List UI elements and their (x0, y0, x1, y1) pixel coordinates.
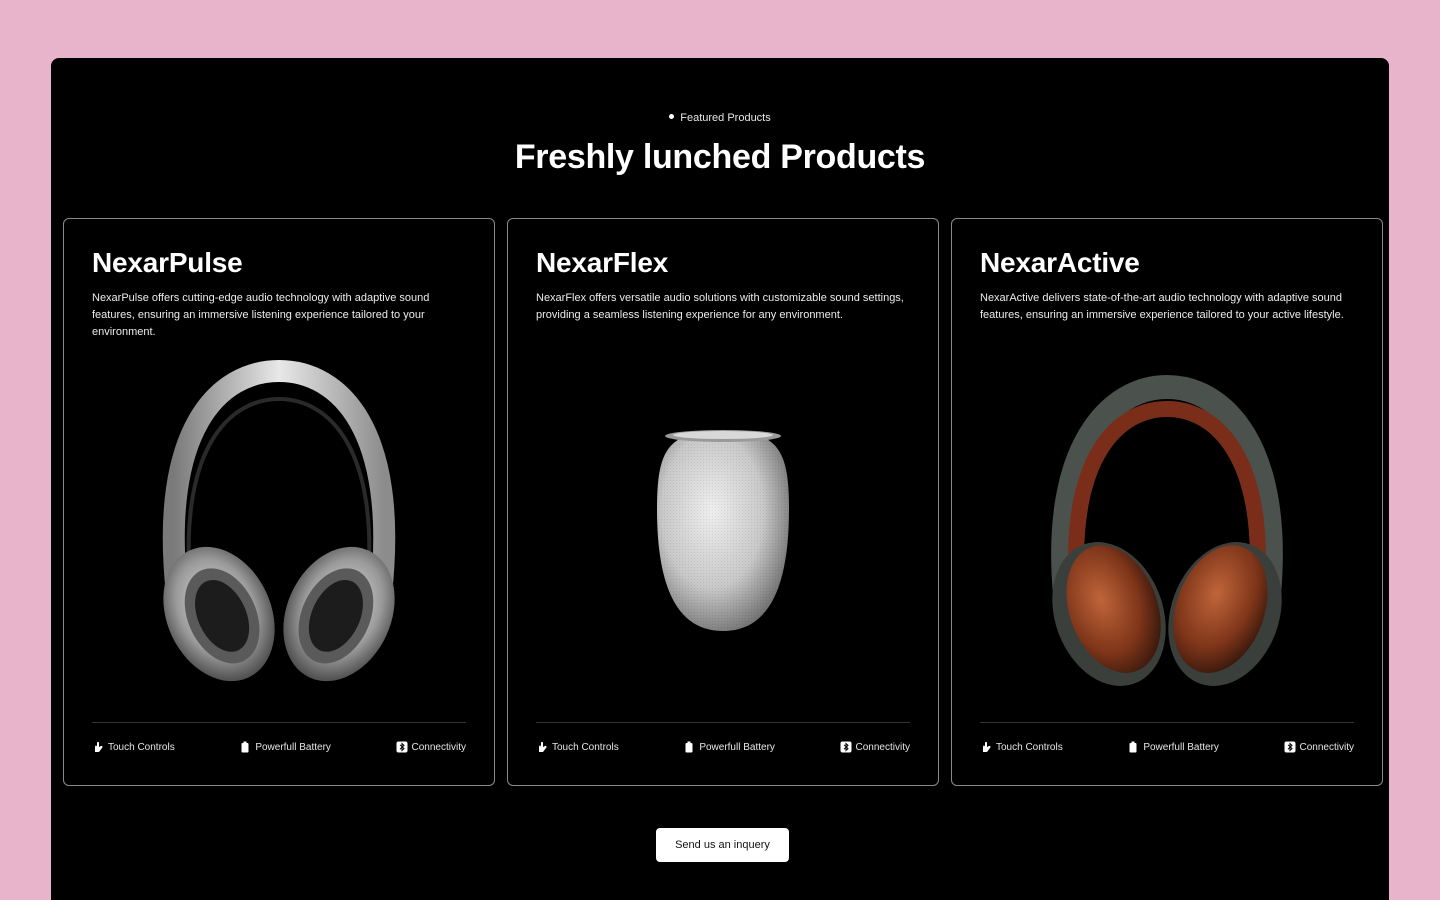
product-description: NexarFlex offers versatile audio solutio… (536, 292, 904, 321)
product-card-nexarpulse[interactable]: NexarPulse NexarPulse offers cutting-edg… (63, 218, 495, 786)
bullet-dot-icon (669, 114, 675, 119)
eyebrow-label: Featured Products (680, 112, 771, 124)
feature-touch-controls: Touch Controls (980, 741, 1063, 753)
product-image-brown-headphones (952, 359, 1382, 699)
feature-list: Touch Controls Powerfull Battery Connect… (980, 741, 1354, 753)
product-description: NexarPulse offers cutting-edge audio tec… (92, 292, 430, 338)
feature-battery: Powerfull Battery (1127, 741, 1219, 753)
product-image-silver-headphones (64, 359, 494, 699)
product-name: NexarActive (980, 247, 1140, 278)
bluetooth-icon (840, 741, 852, 753)
bluetooth-icon (396, 741, 408, 753)
feature-connectivity: Connectivity (1284, 741, 1354, 753)
feature-connectivity: Connectivity (396, 741, 466, 753)
product-section: Featured Products Freshly lunched Produc… (51, 58, 1389, 900)
product-name: NexarFlex (536, 247, 669, 278)
send-inquiry-button[interactable]: Send us an inquery (656, 828, 789, 862)
product-image-white-speaker (508, 359, 938, 699)
product-description: NexarActive delivers state-of-the-art au… (980, 292, 1344, 321)
battery-icon (685, 741, 693, 753)
product-name: NexarPulse (92, 247, 243, 278)
feature-touch-controls: Touch Controls (536, 741, 619, 753)
feature-list: Touch Controls Powerfull Battery Connect… (92, 741, 466, 753)
touch-icon (983, 741, 991, 752)
product-cards: NexarPulse NexarPulse offers cutting-edg… (63, 218, 1383, 786)
bluetooth-icon (1284, 741, 1296, 753)
card-divider (536, 722, 910, 723)
section-title: Freshly lunched Products (514, 138, 926, 176)
feature-battery: Powerfull Battery (683, 741, 775, 753)
feature-touch-controls: Touch Controls (92, 741, 175, 753)
product-card-nexaractive[interactable]: NexarActive NexarActive delivers state-o… (951, 218, 1383, 786)
card-divider (92, 722, 466, 723)
feature-list: Touch Controls Powerfull Battery Connect… (536, 741, 910, 753)
battery-icon (1129, 741, 1137, 753)
battery-icon (241, 741, 249, 753)
touch-icon (95, 741, 103, 752)
product-card-nexarflex[interactable]: NexarFlex NexarFlex offers versatile aud… (507, 218, 939, 786)
touch-icon (539, 741, 547, 752)
card-divider (980, 722, 1354, 723)
feature-battery: Powerfull Battery (239, 741, 331, 753)
feature-connectivity: Connectivity (840, 741, 910, 753)
section-eyebrow: Featured Products (51, 112, 1389, 124)
